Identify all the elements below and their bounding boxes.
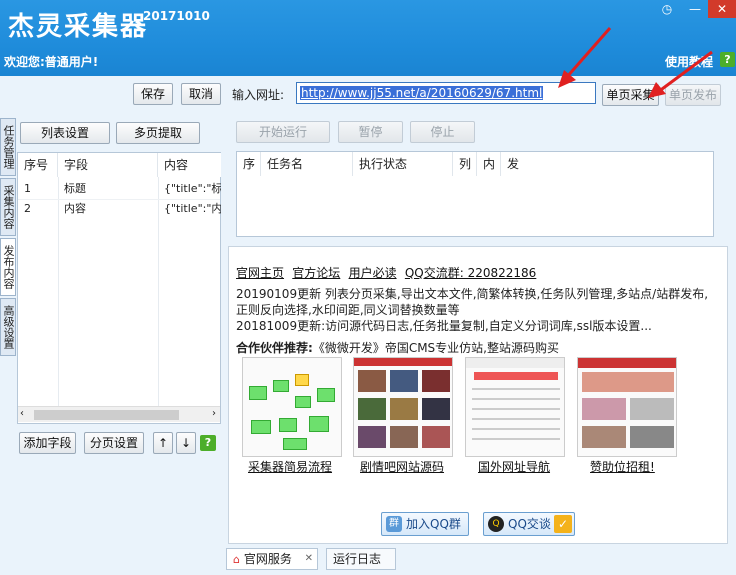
column-header-task-name[interactable]: 任务名 [261, 152, 353, 176]
tab-web-service[interactable]: ⌂ 官网服务 ✕ [226, 548, 318, 570]
partner-label: 合作伙伴推荐: [236, 341, 313, 355]
scroll-left-icon[interactable]: ‹ [20, 408, 24, 419]
table-cell-content[interactable]: {"title":"内容 [158, 199, 221, 219]
column-header-publish[interactable]: 发 [501, 152, 525, 176]
home-icon: ⌂ [233, 553, 240, 566]
tab-advanced-settings[interactable]: 高级设置 [0, 298, 16, 356]
single-collect-button[interactable]: 单页采集 [602, 84, 659, 106]
thumb-caption-sponsor[interactable]: 赞助位招租! [590, 458, 655, 475]
horizontal-scrollbar[interactable]: ‹ › [18, 406, 220, 422]
list-settings-button[interactable]: 列表设置 [20, 122, 110, 144]
app-version: 20171010 [143, 9, 210, 23]
table-cell-no[interactable]: 2 [18, 199, 58, 219]
qq-chat-label: QQ交谈 [508, 517, 551, 531]
skin-icon[interactable]: ◷ [654, 0, 680, 18]
tab-run-log[interactable]: 运行日志 [326, 548, 396, 570]
paging-settings-button[interactable]: 分页设置 [84, 432, 144, 454]
left-tab-strip: 任务管理 采集内容 发布内容 高级设置 [0, 114, 16, 574]
question-icon[interactable]: ? [720, 52, 735, 67]
url-input-value: http://www.jj55.net/a/20160629/67.html [300, 86, 544, 100]
stop-button[interactable]: 停止 [410, 121, 475, 143]
tab-web-service-label: 官网服务 [243, 552, 292, 566]
close-icon[interactable]: ✕ [708, 0, 736, 18]
table-cell-field[interactable]: 内容 [58, 199, 158, 219]
table-cell-content[interactable]: {"title":"标题 [158, 179, 221, 199]
thumb-sponsor[interactable] [577, 357, 677, 457]
task-table: 序 任务名 执行状态 列 内 发 [236, 151, 714, 237]
scroll-thumb[interactable] [34, 410, 179, 420]
column-header-seq[interactable]: 序 [237, 152, 261, 176]
thumb-caption-flowchart[interactable]: 采集器简易流程 [248, 458, 332, 475]
qq-penguin-icon: Q [488, 516, 504, 532]
start-run-button[interactable]: 开始运行 [236, 121, 330, 143]
qq-chat-button[interactable]: Q QQ交谈 ✓ [483, 512, 575, 536]
url-input[interactable]: http://www.jj55.net/a/20160629/67.html [296, 82, 596, 104]
tab-publish-content[interactable]: 发布内容 [0, 238, 16, 296]
column-header-no[interactable]: 序号 [18, 153, 58, 177]
link-forum[interactable]: 官方论坛 [292, 266, 340, 280]
column-header-field[interactable]: 字段 [58, 153, 158, 177]
column-header-status[interactable]: 执行状态 [353, 152, 453, 176]
welcome-text: 欢迎您:普通用户! [4, 55, 99, 69]
link-homepage[interactable]: 官网主页 [236, 266, 284, 280]
link-readme[interactable]: 用户必读 [349, 266, 397, 280]
column-header-list[interactable]: 列 [453, 152, 477, 176]
add-field-button[interactable]: 添加字段 [19, 432, 76, 454]
tab-task-manage[interactable]: 任务管理 [0, 118, 16, 176]
field-table: 序号 字段 内容 1 标题 {"title":"标题 2 内容 {"title"… [17, 152, 221, 424]
help-link[interactable]: 使用教程 [665, 53, 713, 70]
close-tab-icon[interactable]: ✕ [305, 549, 313, 569]
window-controls: ◷ — ✕ [654, 0, 736, 20]
join-qq-group-button[interactable]: 群 加入QQ群 [381, 512, 469, 536]
save-button[interactable]: 保存 [133, 83, 173, 105]
group-icon: 群 [386, 516, 402, 532]
table-cell-no[interactable]: 1 [18, 179, 58, 199]
news-text-1: 20190109更新 列表分页采集,导出文本文件,简繁体转换,任务队列管理,多站… [236, 287, 709, 317]
join-qq-group-label: 加入QQ群 [406, 517, 461, 531]
url-label: 输入网址: [232, 88, 285, 102]
thumb-movie-site[interactable] [353, 357, 453, 457]
bottom-tab-bar: ⌂ 官网服务 ✕ 运行日志 [226, 546, 736, 575]
news-text-2: 20181009更新:访问源代码日志,任务批量复制,自定义分词词库,ssl版本设… [236, 319, 652, 333]
table-cell-field[interactable]: 标题 [58, 179, 158, 199]
move-up-button[interactable]: ↑ [153, 432, 173, 454]
column-header-content[interactable]: 内 [477, 152, 501, 176]
thumb-nav-site[interactable] [465, 357, 565, 457]
pause-button[interactable]: 暂停 [338, 121, 403, 143]
tab-collect-content[interactable]: 采集内容 [0, 178, 16, 236]
field-help-icon[interactable]: ? [200, 435, 216, 451]
thumb-caption-nav-site[interactable]: 国外网址导航 [478, 458, 550, 475]
single-publish-button[interactable]: 单页发布 [665, 84, 721, 106]
minimize-icon[interactable]: — [682, 0, 708, 18]
cancel-button[interactable]: 取消 [181, 83, 221, 105]
column-header-content[interactable]: 内容 [158, 153, 221, 177]
move-down-button[interactable]: ↓ [176, 432, 196, 454]
thumb-flowchart[interactable] [242, 357, 342, 457]
scroll-right-icon[interactable]: › [212, 408, 216, 419]
partner-text[interactable]: 《微微开发》帝国CMS专业仿站,整站源码购买 [313, 341, 559, 355]
multipage-extract-button[interactable]: 多页提取 [116, 122, 200, 144]
app-title: 杰灵采集器 [8, 12, 149, 42]
site-links: 官网主页 官方论坛 用户必读 QQ交流群: 220822186 [236, 264, 536, 281]
checkmark-icon: ✓ [554, 515, 572, 533]
link-qq-group[interactable]: QQ交流群: 220822186 [405, 266, 536, 280]
partner-line: 合作伙伴推荐:《微微开发》帝国CMS专业仿站,整站源码购买 [236, 339, 559, 356]
thumb-caption-movie-site[interactable]: 剧情吧网站源码 [360, 458, 444, 475]
